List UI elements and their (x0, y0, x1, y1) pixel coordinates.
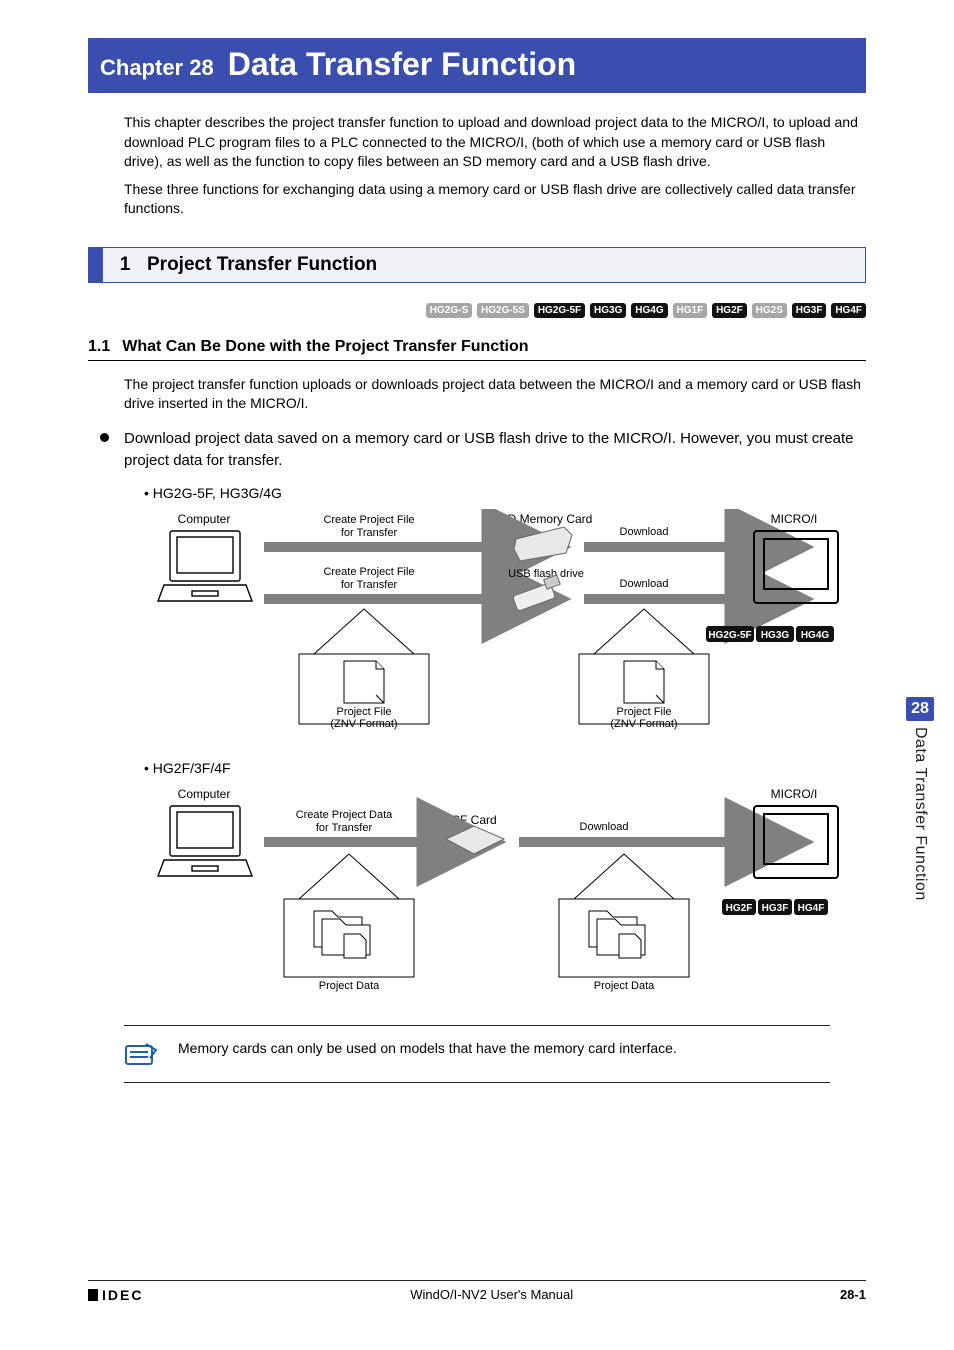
diagram-b-sub: • HG2F/3F/4F (144, 760, 866, 776)
svg-text:Project Data: Project Data (319, 980, 380, 992)
file-icon (624, 661, 664, 703)
svg-text:HG2G-5F: HG2G-5F (708, 630, 751, 641)
model-badge: HG2G-5S (477, 303, 529, 318)
micro-i-icon (754, 806, 838, 878)
diagram-b: Computer CF Card MICRO/I Create Project … (144, 784, 866, 1007)
footer-page-number: 28-1 (840, 1287, 866, 1302)
label-micro: MICRO/I (771, 512, 818, 526)
label-create1: Create Project File (323, 514, 414, 526)
micro-i-icon (754, 531, 838, 603)
model-badge: HG4G (631, 303, 667, 318)
subsection-title: What Can Be Done with the Project Transf… (122, 338, 528, 355)
note-text: Memory cards can only be used on models … (178, 1040, 677, 1056)
subsection-body: The project transfer function uploads or… (124, 375, 866, 414)
section-header: 1 Project Transfer Function (88, 247, 866, 283)
svg-text:for Transfer: for Transfer (316, 822, 373, 834)
intro-paragraph-1: This chapter describes the project trans… (124, 113, 866, 172)
svg-text:HG3G: HG3G (761, 630, 790, 641)
label-usb: USB flash drive (508, 568, 584, 580)
model-badge: HG3F (792, 303, 827, 318)
diagram-b-badges: HG2F HG3F HG4F (722, 899, 828, 915)
svg-text:Project Data: Project Data (594, 980, 655, 992)
svg-text:HG2F: HG2F (726, 903, 753, 914)
intro-paragraph-2: These three functions for exchanging dat… (124, 180, 866, 219)
subsection-heading: 1.1 What Can Be Done with the Project Tra… (88, 338, 866, 361)
svg-text:HG3F: HG3F (762, 903, 789, 914)
svg-text:(ZNV Format): (ZNV Format) (330, 718, 397, 730)
model-badge: HG2G-5F (534, 303, 585, 318)
chapter-title: Data Transfer Function (228, 46, 577, 83)
file-icon (344, 661, 384, 703)
note-icon (124, 1040, 158, 1068)
model-badges-row: HG2G-S HG2G-5S HG2G-5F HG3G HG4G HG1F HG… (88, 301, 866, 318)
model-badge: HG2S (752, 303, 787, 318)
folder-stack-icon (589, 911, 645, 958)
usb-icon (512, 575, 560, 611)
bullet-download: Download project data saved on a memory … (124, 428, 866, 472)
svg-text:HG4G: HG4G (801, 630, 830, 641)
footer-brand: IDEC (88, 1289, 143, 1301)
svg-text:for Transfer: for Transfer (341, 527, 398, 539)
diagram-a-badges: HG2G-5F HG3G HG4G (706, 626, 834, 642)
diagram-a-sub: • HG2G-5F, HG3G/4G (144, 485, 866, 501)
label-sd: SD Memory Card (500, 512, 593, 526)
svg-text:Download: Download (580, 821, 629, 833)
model-badge: HG3G (590, 303, 626, 318)
diagram-a: Computer SD Memory Card MICRO/I Create P… (144, 509, 866, 742)
subsection-number: 1.1 (88, 338, 110, 355)
svg-text:Download: Download (620, 578, 669, 590)
label-cf: CF Card (451, 813, 496, 827)
page-footer: IDEC WindO/I-NV2 User's Manual 28-1 (88, 1280, 866, 1302)
section-number: 1 (103, 254, 147, 276)
label-computer: Computer (178, 512, 231, 526)
chapter-label: Chapter 28 (100, 55, 214, 81)
label-micro: MICRO/I (771, 787, 818, 801)
svg-text:Project File: Project File (336, 706, 391, 718)
svg-text:Create Project Data: Create Project Data (296, 809, 393, 821)
folder-stack-icon (314, 911, 370, 958)
note-block: Memory cards can only be used on models … (124, 1025, 830, 1083)
laptop-icon (158, 806, 252, 876)
side-tab: 28 Data Transfer Function (904, 697, 936, 901)
svg-text:(ZNV Format): (ZNV Format) (610, 718, 677, 730)
section-title: Project Transfer Function (147, 250, 377, 280)
sd-card-icon (514, 527, 572, 561)
chapter-banner: Chapter 28 Data Transfer Function (88, 38, 866, 93)
model-badge: HG2G-S (426, 303, 472, 318)
model-badge: HG1F (673, 303, 708, 318)
cf-card-icon (446, 826, 504, 854)
model-badge: HG2F (712, 303, 747, 318)
side-tab-number: 28 (906, 697, 934, 721)
model-badge: HG4F (831, 303, 866, 318)
svg-text:for Transfer: for Transfer (341, 579, 398, 591)
label-computer: Computer (178, 787, 231, 801)
svg-text:Create Project File: Create Project File (323, 566, 414, 578)
side-tab-text: Data Transfer Function (911, 727, 929, 901)
laptop-icon (158, 531, 252, 601)
label-download: Download (620, 526, 669, 538)
svg-text:Project File: Project File (616, 706, 671, 718)
footer-center: WindO/I-NV2 User's Manual (410, 1287, 573, 1302)
svg-text:HG4F: HG4F (798, 903, 825, 914)
